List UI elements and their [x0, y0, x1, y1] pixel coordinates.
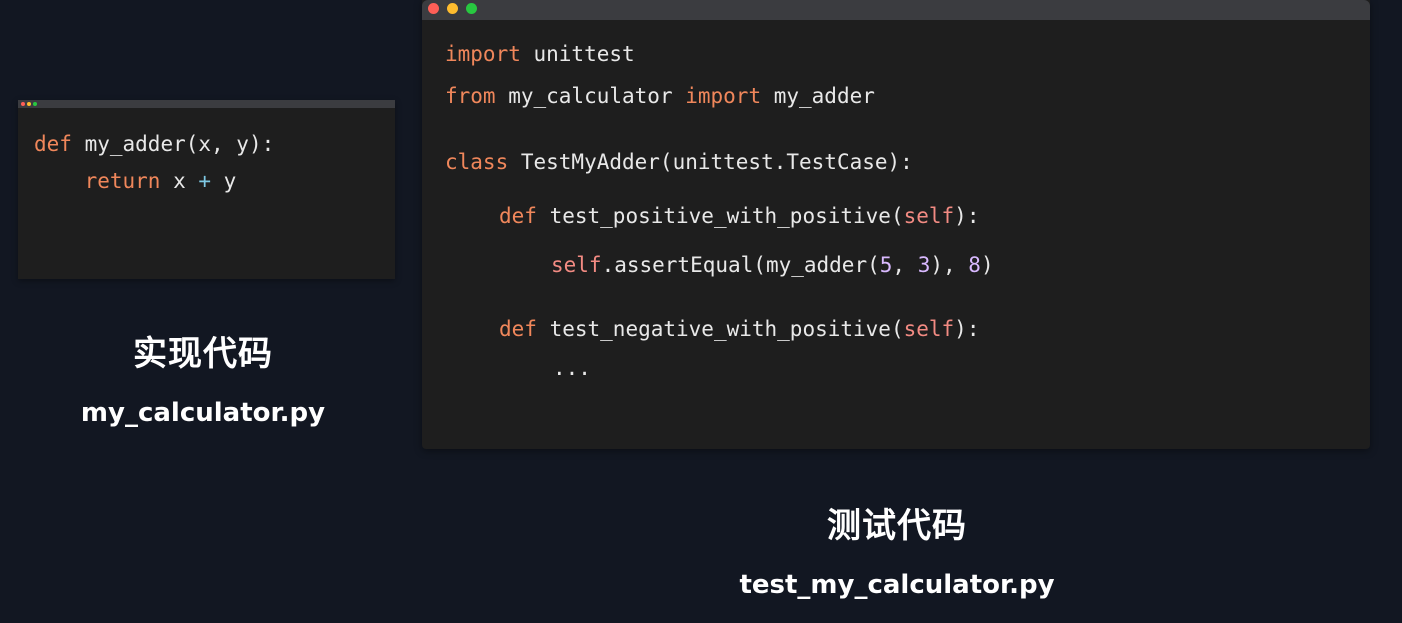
code-line: def test_negative_with_positive(self):: [499, 315, 979, 343]
code-text: my_adder: [761, 84, 875, 108]
keyword-from: from: [445, 84, 496, 108]
code-line: import unittest: [445, 40, 635, 68]
code-line: self.assertEqual(my_adder(5, 3), 8): [551, 251, 994, 279]
operator-plus: +: [198, 169, 212, 193]
window-titlebar: [422, 0, 1370, 20]
window-controls: [428, 3, 477, 14]
close-dot-icon[interactable]: [21, 102, 25, 106]
code-line: class TestMyAdder(unittest.TestCase):: [445, 148, 913, 176]
keyword-self: self: [903, 204, 955, 228]
keyword-import: import: [685, 84, 762, 108]
code-text: TestMyAdder(unittest.TestCase):: [508, 150, 913, 174]
code-text: ):: [954, 317, 980, 341]
code-text: ),: [930, 253, 969, 277]
implementation-code-window: def my_adder(x, y): return x + y: [18, 100, 395, 279]
code-line: def test_positive_with_positive(self):: [499, 202, 979, 230]
code-text: unittest: [520, 42, 635, 66]
implementation-caption-filename: my_calculator.py: [80, 398, 326, 428]
test-caption-title: 测试代码: [827, 506, 967, 546]
minimize-dot-icon[interactable]: [447, 3, 458, 14]
keyword-class: class: [445, 150, 509, 174]
close-dot-icon[interactable]: [428, 3, 439, 14]
minimize-dot-icon[interactable]: [27, 102, 31, 106]
keyword-return: return: [84, 169, 161, 193]
ellipsis: ...: [553, 356, 591, 380]
code-line: return x + y: [34, 167, 274, 204]
test-code-window: import unittest from my_calculator impor…: [422, 0, 1370, 449]
keyword-def: def: [499, 204, 537, 228]
keyword-def: def: [499, 317, 537, 341]
code-text: y: [211, 169, 237, 193]
window-titlebar: [18, 100, 395, 108]
code-text: my_calculator: [495, 84, 686, 108]
code-line: ...: [553, 354, 591, 382]
code-line: from my_calculator import my_adder: [445, 82, 875, 110]
number-literal: 8: [968, 253, 981, 277]
test-caption-filename: test_my_calculator.py: [739, 570, 1055, 600]
code-text: test_negative_with_positive(: [536, 317, 904, 341]
number-literal: 5: [879, 253, 893, 277]
keyword-self: self: [903, 317, 955, 341]
implementation-code: def my_adder(x, y): return x + y: [34, 130, 274, 204]
code-text: my_adder(x, y):: [71, 132, 275, 156]
keyword-self: self: [551, 253, 602, 277]
number-literal: 3: [917, 253, 931, 277]
code-text: ,: [892, 253, 918, 277]
slide-canvas: def my_adder(x, y): return x + y 实现代码 my…: [0, 0, 1402, 623]
code-text: x: [160, 169, 199, 193]
code-line: def my_adder(x, y):: [34, 130, 274, 167]
code-text: ):: [954, 204, 980, 228]
code-text: test_positive_with_positive(: [536, 204, 904, 228]
maximize-dot-icon[interactable]: [33, 102, 37, 106]
keyword-import: import: [445, 42, 521, 66]
maximize-dot-icon[interactable]: [466, 3, 477, 14]
code-text: ): [980, 253, 994, 277]
keyword-def: def: [34, 132, 72, 156]
code-text: .assertEqual(my_adder(: [601, 253, 880, 277]
window-controls: [21, 102, 37, 106]
implementation-caption-title: 实现代码: [133, 334, 273, 374]
